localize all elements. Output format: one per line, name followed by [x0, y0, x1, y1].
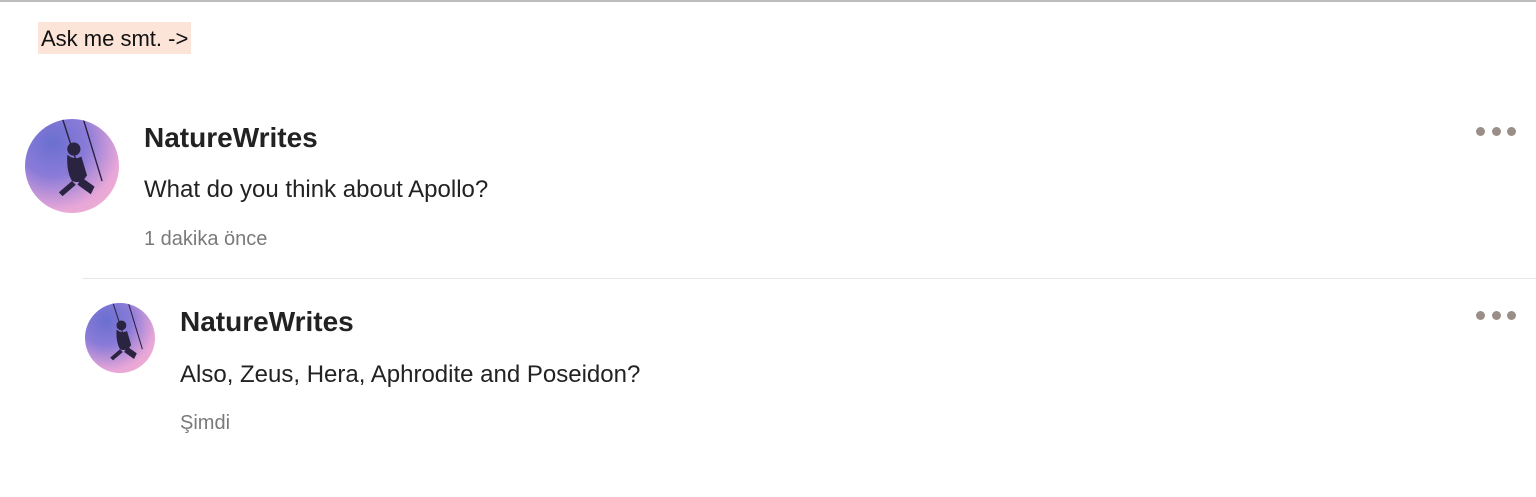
more-options-icon: [1476, 310, 1485, 320]
reply-divider: [82, 278, 1536, 279]
swing-girl-icon: [110, 303, 143, 361]
avatar[interactable]: [85, 303, 155, 373]
comment-text: What do you think about Apollo?: [144, 176, 489, 203]
reply-text: Also, Zeus, Hera, Aphrodite and Poseidon…: [180, 361, 641, 388]
more-options-icon: [1476, 126, 1485, 136]
comment-timestamp: 1 dakika önce: [144, 228, 268, 250]
swing-girl-icon: [58, 119, 103, 197]
avatar[interactable]: [25, 119, 119, 213]
reply-username[interactable]: NatureWrites: [180, 306, 354, 338]
more-options-button[interactable]: [1476, 121, 1516, 141]
ask-prompt-label: Ask me smt. ->: [38, 22, 192, 54]
comment-username[interactable]: NatureWrites: [144, 122, 318, 154]
top-divider: [0, 0, 1536, 2]
more-options-button[interactable]: [1476, 305, 1516, 325]
reply-timestamp: Şimdi: [180, 412, 231, 434]
